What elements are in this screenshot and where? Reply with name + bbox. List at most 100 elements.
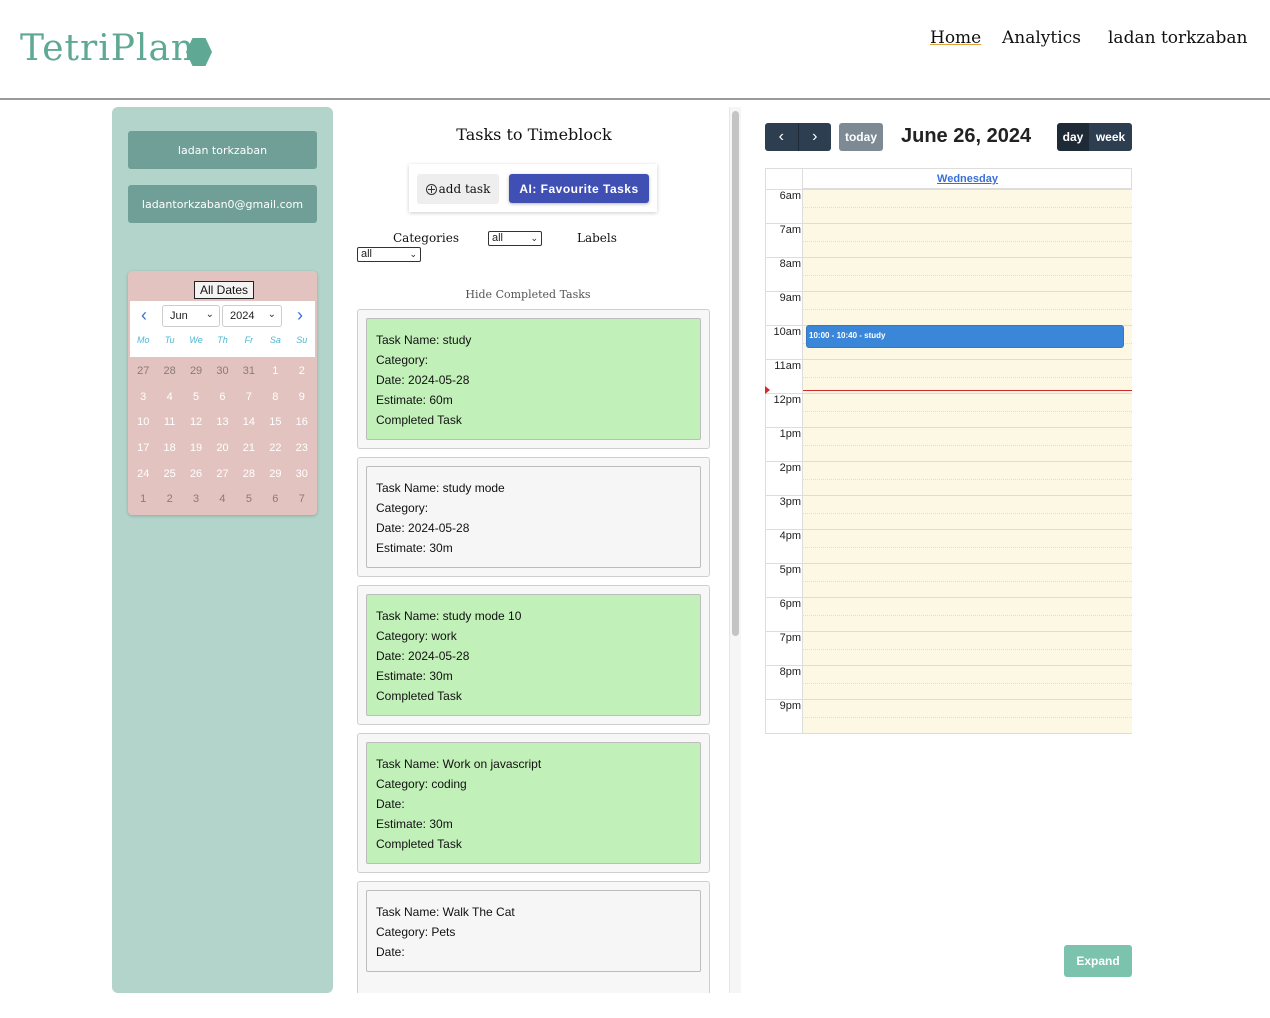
calendar-day[interactable]: 2 bbox=[156, 487, 182, 513]
calendar-day[interactable]: 18 bbox=[156, 436, 182, 462]
task-card[interactable]: Task Name: Work on javascript Category: c… bbox=[357, 733, 710, 873]
task-details[interactable]: Task Name: study mode 10 Category: work Da… bbox=[366, 594, 701, 716]
calendar-day[interactable]: 12 bbox=[183, 410, 209, 436]
year-select[interactable]: 2024 ⌄ bbox=[222, 305, 282, 327]
calendar-day[interactable]: 21 bbox=[236, 436, 262, 462]
calendar-day[interactable]: 28 bbox=[156, 359, 182, 385]
time-slot[interactable]: 6pm bbox=[766, 597, 1132, 631]
task-details[interactable]: Task Name: Work on javascript Category: c… bbox=[366, 742, 701, 864]
task-details[interactable]: Task Name: study Category: Date: 2024-05-2… bbox=[366, 318, 701, 440]
calendar-day[interactable]: 1 bbox=[130, 487, 156, 513]
calendar-event[interactable]: 10:00 - 10:40 - study bbox=[806, 325, 1124, 348]
chevron-left-icon[interactable]: ‹ bbox=[765, 123, 799, 151]
time-slot[interactable]: 8pm bbox=[766, 665, 1132, 699]
week-view-button[interactable]: week bbox=[1089, 123, 1132, 151]
calendar-day[interactable]: 19 bbox=[183, 436, 209, 462]
month-select[interactable]: Jun ⌄ bbox=[162, 305, 220, 327]
time-slot-label: 2pm bbox=[779, 462, 801, 474]
profile-name-button[interactable]: ladan torkzaban bbox=[128, 131, 317, 169]
scrollbar-thumb[interactable] bbox=[732, 111, 739, 636]
task-details[interactable]: Task Name: study mode Category: Date: 2024… bbox=[366, 466, 701, 568]
task-card[interactable]: Task Name: study Category: Date: 2024-05-2… bbox=[357, 309, 710, 449]
calendar-day[interactable]: 6 bbox=[209, 385, 235, 411]
hide-completed-toggle[interactable]: Hide Completed Tasks bbox=[341, 288, 715, 301]
chevron-right-icon[interactable]: › bbox=[292, 306, 308, 324]
calendar-day[interactable]: 15 bbox=[262, 410, 288, 436]
calendar-day[interactable]: 14 bbox=[236, 410, 262, 436]
calendar-day[interactable]: 3 bbox=[183, 487, 209, 513]
chevron-right-icon[interactable]: › bbox=[799, 123, 832, 151]
calendar-day[interactable]: 24 bbox=[130, 462, 156, 488]
calendar-day[interactable]: 20 bbox=[209, 436, 235, 462]
calendar-day[interactable]: 5 bbox=[183, 385, 209, 411]
time-slot[interactable]: 11am bbox=[766, 359, 1132, 393]
calendar-day[interactable]: 25 bbox=[156, 462, 182, 488]
calendar-day[interactable]: 8 bbox=[262, 385, 288, 411]
tasks-scrollbar[interactable] bbox=[729, 107, 741, 993]
calendar-day[interactable]: 4 bbox=[156, 385, 182, 411]
calendar-day[interactable]: 31 bbox=[236, 359, 262, 385]
time-slot[interactable]: 7pm bbox=[766, 631, 1132, 665]
today-button[interactable]: today bbox=[839, 123, 883, 151]
calendar-day[interactable]: 6 bbox=[262, 487, 288, 513]
calendar-day[interactable]: 28 bbox=[236, 462, 262, 488]
day-view-button[interactable]: day bbox=[1057, 123, 1089, 151]
calendar-day[interactable]: 11 bbox=[156, 410, 182, 436]
calendar-day[interactable]: 27 bbox=[130, 359, 156, 385]
calendar-day[interactable]: 7 bbox=[289, 487, 315, 513]
calendar-day[interactable]: 7 bbox=[236, 385, 262, 411]
nav-analytics-link[interactable]: Analytics bbox=[1002, 28, 1081, 48]
calendar-day[interactable]: 4 bbox=[209, 487, 235, 513]
ai-favourite-tasks-button[interactable]: AI: Favourite Tasks bbox=[509, 174, 649, 203]
calendar-day[interactable]: 22 bbox=[262, 436, 288, 462]
calendar-day[interactable]: 26 bbox=[183, 462, 209, 488]
time-slot[interactable]: 12pm bbox=[766, 393, 1132, 427]
calendar-day[interactable]: 27 bbox=[209, 462, 235, 488]
time-slot[interactable]: 7am bbox=[766, 223, 1132, 257]
app-logo[interactable]: TetriPlan bbox=[20, 28, 195, 69]
calendar-day[interactable]: 23 bbox=[289, 436, 315, 462]
time-slot[interactable]: 8am bbox=[766, 257, 1132, 291]
calendar-title: June 26, 2024 bbox=[901, 125, 1032, 147]
time-slot[interactable]: 2pm bbox=[766, 461, 1132, 495]
time-slot[interactable]: 5pm bbox=[766, 563, 1132, 597]
task-card[interactable]: Task Name: study mode Category: Date: 2024… bbox=[357, 457, 710, 577]
chevron-left-icon[interactable]: ‹ bbox=[136, 306, 152, 324]
tasks-panel: Tasks to Timeblock add task AI: Favourit… bbox=[341, 107, 727, 993]
add-task-button[interactable]: add task bbox=[417, 174, 499, 204]
time-slot[interactable]: 6am bbox=[766, 189, 1132, 223]
calendar-day[interactable]: 17 bbox=[130, 436, 156, 462]
calendar-day[interactable]: 3 bbox=[130, 385, 156, 411]
calendar-day[interactable]: 29 bbox=[183, 359, 209, 385]
calendar-day[interactable]: 30 bbox=[289, 462, 315, 488]
calendar-day[interactable]: 1 bbox=[262, 359, 288, 385]
task-field: Estimate: 30m bbox=[376, 541, 453, 555]
calendar-day[interactable]: 16 bbox=[289, 410, 315, 436]
nav-home-link[interactable]: Home bbox=[930, 28, 981, 48]
profile-email-button[interactable]: ladantorkzaban0@gmail.com bbox=[128, 185, 317, 223]
labels-select[interactable]: all ⌄ bbox=[357, 247, 421, 262]
calendar-day[interactable]: 9 bbox=[289, 385, 315, 411]
calendar-day[interactable]: 2 bbox=[289, 359, 315, 385]
task-card[interactable]: Task Name: Walk The Cat Category: Pets Dat… bbox=[357, 881, 710, 993]
time-slot[interactable]: 9pm bbox=[766, 699, 1132, 733]
time-slot[interactable]: 9am bbox=[766, 291, 1132, 325]
expand-button[interactable]: Expand bbox=[1064, 945, 1132, 977]
day-header-link[interactable]: Wednesday bbox=[803, 169, 1132, 189]
time-slot-label: 5pm bbox=[779, 564, 801, 576]
all-dates-button[interactable]: All Dates bbox=[194, 281, 255, 299]
calendar-day[interactable]: 10 bbox=[130, 410, 156, 436]
time-slot[interactable]: 3pm bbox=[766, 495, 1132, 529]
calendar-day[interactable]: 13 bbox=[209, 410, 235, 436]
task-details[interactable]: Task Name: Walk The Cat Category: Pets Dat… bbox=[366, 890, 701, 972]
task-card[interactable]: Task Name: study mode 10 Category: work Da… bbox=[357, 585, 710, 725]
calendar-day[interactable]: 30 bbox=[209, 359, 235, 385]
calendar-day[interactable]: 29 bbox=[262, 462, 288, 488]
nav-user-link[interactable]: ladan torkzaban bbox=[1108, 28, 1248, 48]
plus-circle-icon bbox=[425, 183, 437, 195]
time-slot[interactable]: 4pm bbox=[766, 529, 1132, 563]
calendar-day[interactable]: 5 bbox=[236, 487, 262, 513]
weekday-label: Sa bbox=[269, 335, 281, 345]
time-slot[interactable]: 1pm bbox=[766, 427, 1132, 461]
categories-select[interactable]: all ⌄ bbox=[488, 231, 542, 246]
